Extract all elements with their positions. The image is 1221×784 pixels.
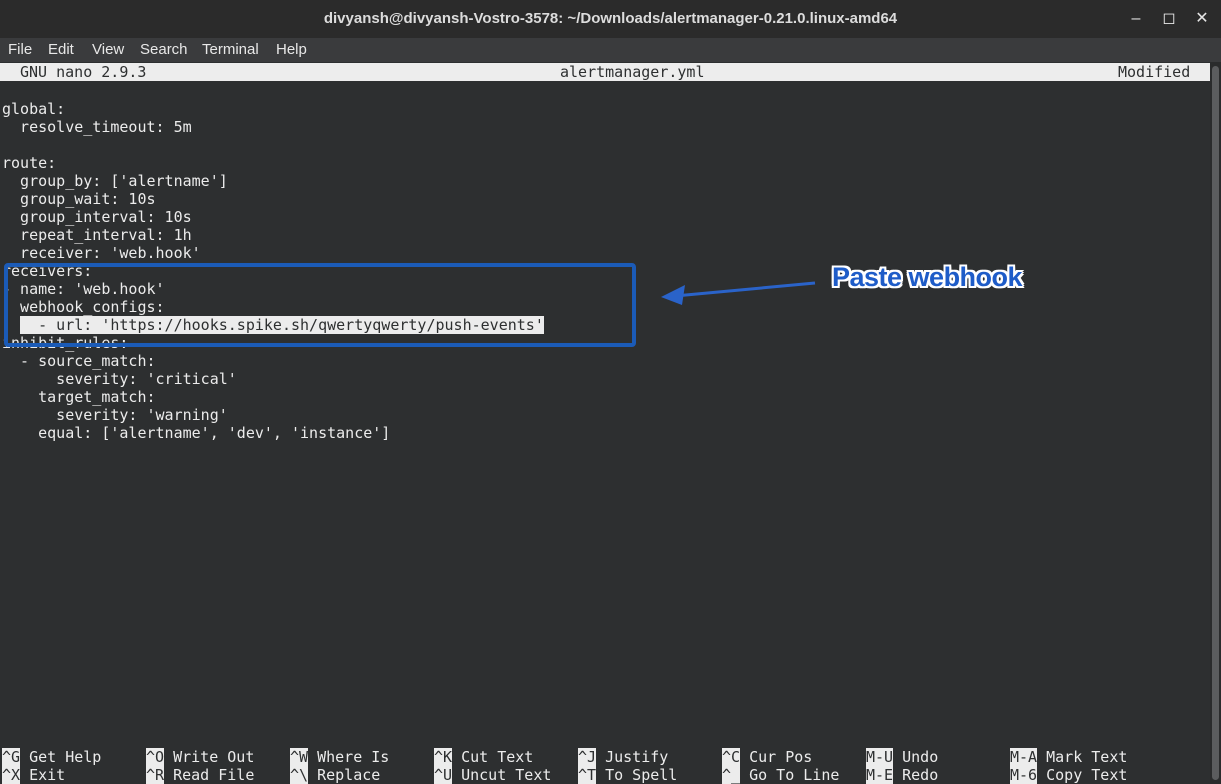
menu-terminal[interactable]: Terminal xyxy=(202,38,259,62)
nano-status: Modified xyxy=(1118,63,1191,81)
shortcut-cut-text[interactable]: ^K Cut Text xyxy=(434,748,533,766)
shortcut-justify[interactable]: ^J Justify xyxy=(578,748,668,766)
shortcut-mark-text[interactable]: M-A Mark Text xyxy=(1010,748,1127,766)
nano-version: GNU nano 2.9.3 xyxy=(20,63,147,81)
editor-line: severity: 'critical' xyxy=(2,370,237,388)
shortcut-replace[interactable]: ^\ Replace xyxy=(290,766,380,784)
shortcut-undo[interactable]: M-U Undo xyxy=(866,748,938,766)
editor-line: group_interval: 10s xyxy=(2,208,192,226)
shortcut-get-help[interactable]: ^G Get Help xyxy=(2,748,101,766)
editor-line: group_wait: 10s xyxy=(2,190,156,208)
shortcut-write-out[interactable]: ^O Write Out xyxy=(146,748,254,766)
close-icon[interactable]: ✕ xyxy=(1187,0,1217,38)
editor-line: severity: 'warning' xyxy=(2,406,228,424)
shortcut-to-spell[interactable]: ^T To Spell xyxy=(578,766,677,784)
menu-bar: File Edit View Search Terminal Help xyxy=(0,38,1221,62)
scrollbar[interactable] xyxy=(1210,62,1221,784)
window-title: divyansh@divyansh-Vostro-3578: ~/Downloa… xyxy=(323,10,898,27)
shortcut-read-file[interactable]: ^R Read File xyxy=(146,766,254,784)
editor-line: receiver: 'web.hook' xyxy=(2,244,201,262)
menu-edit[interactable]: Edit xyxy=(48,38,74,62)
window-titlebar: divyansh@divyansh-Vostro-3578: ~/Downloa… xyxy=(0,0,1221,38)
shortcut-go-to-line[interactable]: ^_ Go To Line xyxy=(722,766,839,784)
annotation-arrow-icon xyxy=(661,281,816,305)
maximize-icon[interactable]: ◻ xyxy=(1154,0,1184,38)
nano-header: GNU nano 2.9.3 alertmanager.yml Modified xyxy=(0,63,1210,81)
shortcut-uncut-text[interactable]: ^U Uncut Text xyxy=(434,766,551,784)
nano-filename: alertmanager.yml xyxy=(560,63,705,81)
editor-line: resolve_timeout: 5m xyxy=(2,118,192,136)
shortcut-where-is[interactable]: ^W Where Is xyxy=(290,748,389,766)
minimize-icon[interactable]: – xyxy=(1121,0,1151,38)
editor-line: route: xyxy=(2,154,57,172)
shortcut-cur-pos[interactable]: ^C Cur Pos xyxy=(722,748,812,766)
editor-line: repeat_interval: 1h xyxy=(2,226,192,244)
editor-line: group_by: ['alertname'] xyxy=(2,172,228,190)
shortcut-exit[interactable]: ^X Exit xyxy=(2,766,65,784)
menu-file[interactable]: File xyxy=(8,38,32,62)
menu-view[interactable]: View xyxy=(92,38,124,62)
shortcut-copy-text[interactable]: M-6 Copy Text xyxy=(1010,766,1127,784)
menu-search[interactable]: Search xyxy=(140,38,188,62)
editor-line: target_match: xyxy=(2,388,156,406)
annotation-label: Paste webhook xyxy=(832,262,1023,292)
editor-line: global: xyxy=(2,100,66,118)
editor-line: - source_match: xyxy=(2,352,156,370)
menu-help[interactable]: Help xyxy=(276,38,307,62)
annotation-box xyxy=(4,263,636,347)
scrollbar-thumb[interactable] xyxy=(1212,66,1219,780)
shortcut-redo[interactable]: M-E Redo xyxy=(866,766,938,784)
editor-line: equal: ['alertname', 'dev', 'instance'] xyxy=(2,424,391,442)
